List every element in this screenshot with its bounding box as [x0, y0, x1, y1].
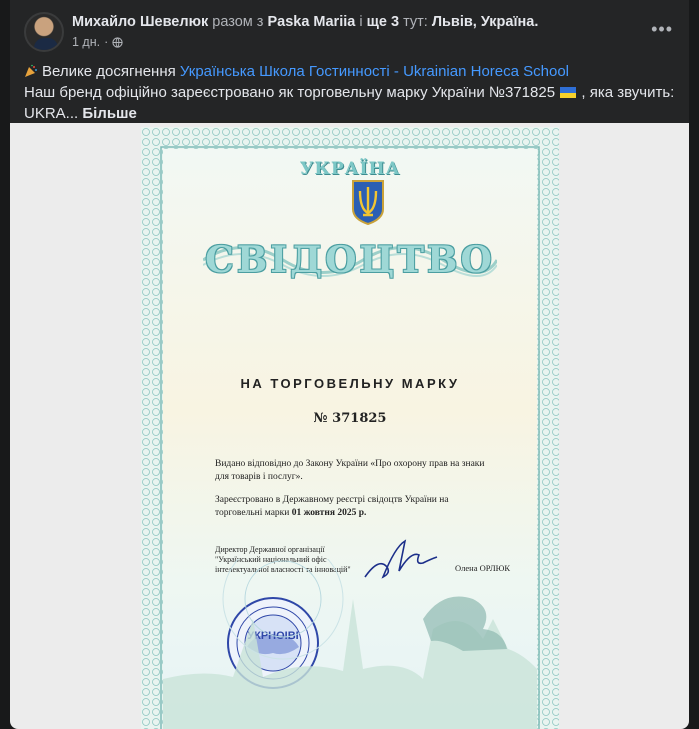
author-line: Михайло Шевелюк разом з Paska Mariia і щ…	[72, 14, 538, 30]
trademark-text-suffix: , яка звучить:	[581, 84, 675, 101]
location-link[interactable]: Львів, Україна.	[432, 14, 539, 30]
with-prefix: разом з	[212, 14, 264, 30]
more-options-icon[interactable]: •••	[651, 20, 673, 38]
truncated-text: UKRA...	[24, 105, 79, 122]
see-more-link[interactable]: Більше	[82, 105, 137, 122]
party-popper-icon	[25, 64, 37, 77]
certificate-subtitle: НА ТОРГОВЕЛЬНУ МАРКУ	[240, 376, 460, 391]
post-image[interactable]: УКРАЇНА СВІДОЦТВО НА ТОРГОВЕЛЬНУ МАРКУ №…	[10, 123, 689, 729]
school-page-link[interactable]: Українська Школа Гостинності - Ukrainian…	[180, 63, 569, 80]
certificate-country: УКРАЇНА	[299, 159, 401, 179]
trident-icon	[352, 180, 384, 225]
globe-icon[interactable]	[112, 36, 123, 48]
ukraine-flag-icon	[560, 87, 577, 98]
and-prefix: і	[359, 14, 363, 30]
post-header: Михайло Шевелюк разом з Paska Mariia і щ…	[24, 12, 679, 52]
certificate-number: № 371825	[313, 411, 387, 426]
post-meta: 1 дн. ·	[72, 35, 123, 49]
location-prefix: тут:	[403, 14, 428, 30]
certificate-legal-basis: Видано відповідно до Закону України «Про…	[215, 459, 485, 482]
registration-date: 01 жовтня 2025 р.	[291, 508, 367, 518]
author-avatar[interactable]	[24, 12, 64, 52]
post-time[interactable]: 1 дн.	[72, 35, 100, 49]
certificate-registration: Зареєстровано в Державному реєстрі свідо…	[215, 494, 497, 520]
author-name[interactable]: Михайло Шевелюк	[72, 14, 208, 30]
facebook-post: Михайло Шевелюк разом з Paska Mariia і щ…	[10, 0, 689, 729]
achievement-text: Велике досягнення	[42, 63, 176, 80]
certificate-body: УКРАЇНА СВІДОЦТВО НА ТОРГОВЕЛЬНУ МАРКУ №…	[163, 149, 537, 729]
others-link[interactable]: ще 3	[367, 14, 399, 30]
tagged-user[interactable]: Paska Mariia	[267, 14, 355, 30]
post-text: Велике досягнення Українська Школа Гости…	[24, 61, 675, 124]
monument-illustration	[163, 559, 537, 729]
certificate-title: СВІДОЦТВО	[205, 239, 495, 281]
trademark-text: Наш бренд офіційно зареєстровано як торг…	[24, 84, 556, 101]
certificate-image: УКРАЇНА СВІДОЦТВО НА ТОРГОВЕЛЬНУ МАРКУ №…	[141, 127, 559, 729]
